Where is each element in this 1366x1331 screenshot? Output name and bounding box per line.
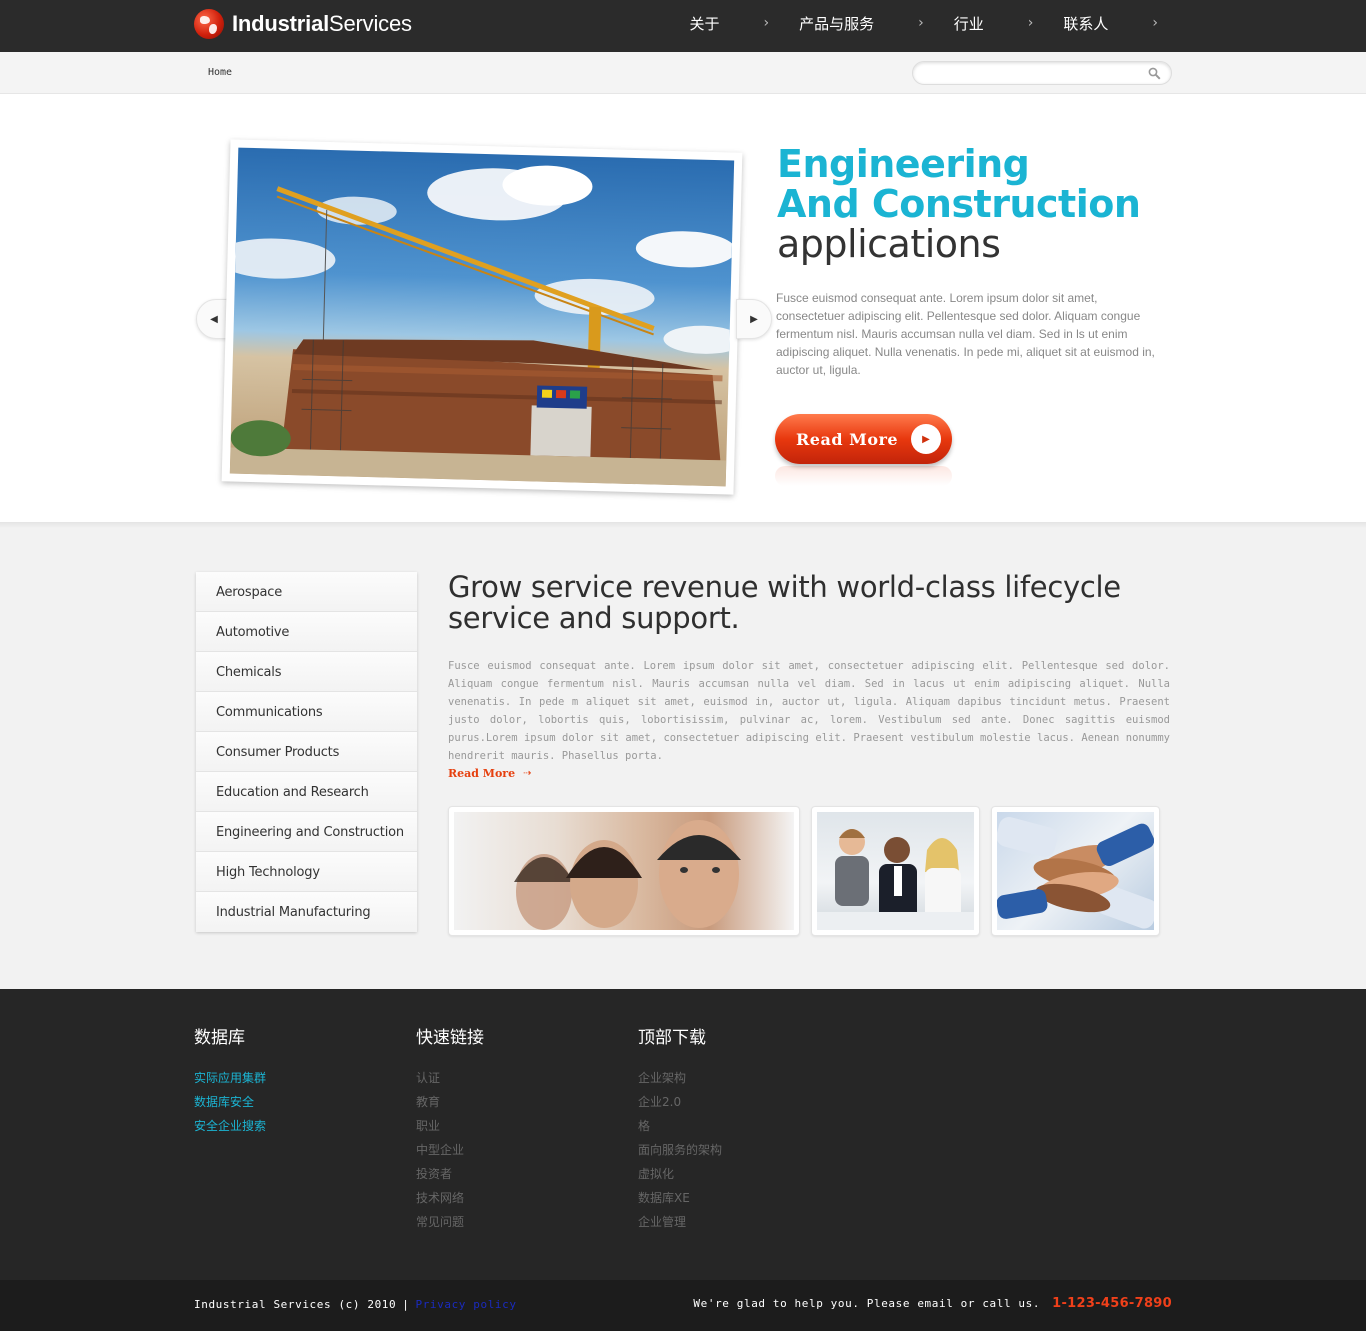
nav-item-label: 行业 xyxy=(953,14,984,33)
footer-link[interactable]: 投资者 xyxy=(416,1162,484,1186)
chevron-right-icon: › xyxy=(1152,15,1158,31)
breadcrumb-bar: Home xyxy=(0,52,1366,94)
construction-scene-illustration xyxy=(229,165,735,487)
footer-link[interactable]: 面向服务的架构 xyxy=(638,1138,722,1162)
privacy-policy-link[interactable]: Privacy policy xyxy=(415,1298,516,1311)
hero-read-more-button[interactable]: Read More ▶ xyxy=(775,414,952,464)
search-input[interactable] xyxy=(923,65,1143,81)
logo-text-bold: Industrial xyxy=(232,11,330,36)
footer-link[interactable]: 虚拟化 xyxy=(638,1162,722,1186)
nav-item-products-services[interactable]: 产品与服务 › xyxy=(799,13,924,34)
sidebar-item-industrial-manufacturing[interactable]: Industrial Manufacturing xyxy=(196,892,417,932)
thumbnail-team-faces[interactable] xyxy=(448,806,800,936)
footer-link[interactable]: 数据库XE xyxy=(638,1186,722,1210)
footer-link[interactable]: 实际应用集群 xyxy=(194,1066,266,1090)
faces-illustration xyxy=(514,820,741,930)
nav-item-label: 联系人 xyxy=(1063,14,1109,33)
section-title: Grow service revenue with world-class li… xyxy=(448,570,1121,635)
team-faces-image xyxy=(454,812,794,930)
thumbnail-business-meeting[interactable] xyxy=(811,806,980,936)
sidebar-item-communications[interactable]: Communications xyxy=(196,692,417,732)
meeting-illustration xyxy=(817,829,974,930)
footer-link[interactable]: 企业2.0 xyxy=(638,1090,722,1114)
sidebar-item-engineering-construction[interactable]: Engineering and Construction xyxy=(196,812,417,852)
hero-title-line2: And Construction xyxy=(777,182,1141,226)
sidebar-item-high-technology[interactable]: High Technology xyxy=(196,852,417,892)
logo-text-regular: Services xyxy=(329,11,412,36)
footer-link[interactable]: 技术网络 xyxy=(416,1186,484,1210)
search-icon[interactable] xyxy=(1148,67,1161,80)
footer-link[interactable]: 职业 xyxy=(416,1114,484,1138)
hero-title-line1: Engineering xyxy=(777,142,1030,186)
nav-item-about[interactable]: 关于 › xyxy=(690,13,770,34)
hero-slider: ◀ ▶ Engineering And Construction applica… xyxy=(0,94,1366,522)
footer-link[interactable]: 安全企业搜索 xyxy=(194,1114,266,1138)
chevron-right-icon: › xyxy=(918,15,924,31)
contact-info: We're glad to help you. Please email or … xyxy=(693,1296,1172,1311)
help-text: We're glad to help you. Please email or … xyxy=(693,1297,1041,1310)
sidebar-item-consumer-products[interactable]: Consumer Products xyxy=(196,732,417,772)
business-meeting-image xyxy=(817,812,974,930)
footer-column-quick-links: 快速链接 认证 教育 职业 中型企业 投资者 技术网络 常见问题 xyxy=(416,1023,484,1234)
chevron-right-icon: › xyxy=(763,15,770,31)
read-more-label: Read More xyxy=(796,429,899,449)
footer-column-title: 顶部下载 xyxy=(638,1028,706,1048)
breadcrumb-home-link[interactable]: Home xyxy=(208,67,232,78)
copyright: Industrial Services (c) 2010 | Privacy pol… xyxy=(194,1298,517,1311)
footer-column-top-downloads: 顶部下载 企业架构 企业2.0 格 面向服务的架构 虚拟化 数据库XE 企业管理 xyxy=(638,1023,722,1234)
site-footer: 数据库 实际应用集群 数据库安全 安全企业搜索 快速链接 认证 教育 职业 中型… xyxy=(0,989,1366,1280)
hero-description: Fusce euismod consequat ante. Lorem ipsu… xyxy=(776,291,1155,377)
separator: | xyxy=(402,1298,410,1311)
nav-item-contacts[interactable]: 联系人 › xyxy=(1063,13,1158,34)
top-navigation-bar: IndustrialServices 关于 › 产品与服务 › 行业 › 联系人… xyxy=(0,0,1366,52)
footer-link[interactable]: 数据库安全 xyxy=(194,1090,266,1114)
footer-link[interactable]: 格 xyxy=(638,1114,722,1138)
copyright-text: Industrial Services (c) 2010 xyxy=(194,1298,397,1311)
footer-column-title: 快速链接 xyxy=(416,1028,484,1048)
triangle-right-icon: ▶ xyxy=(750,313,758,325)
sidebar-item-chemicals[interactable]: Chemicals xyxy=(196,652,417,692)
nav-item-industries[interactable]: 行业 › xyxy=(954,13,1034,34)
search-box xyxy=(912,61,1172,85)
hero-image-frame xyxy=(221,139,743,495)
section-body-text: Fusce euismod consequat ante. Lorem ipsu… xyxy=(448,660,1170,762)
nav-item-label: 关于 xyxy=(689,14,720,33)
arrow-right-circle-icon: ▶ xyxy=(911,424,941,454)
footer-link[interactable]: 教育 xyxy=(416,1090,484,1114)
footer-link[interactable]: 企业管理 xyxy=(638,1210,722,1234)
sidebar-item-automotive[interactable]: Automotive xyxy=(196,612,417,652)
logo-text: IndustrialServices xyxy=(232,11,412,37)
hero-title-line3: applications xyxy=(777,222,1001,266)
hero-divider xyxy=(0,522,1366,528)
arrow-right-icon: ⇢ xyxy=(523,768,532,779)
footer-bottom-bar: Industrial Services (c) 2010 | Privacy pol… xyxy=(0,1280,1366,1331)
triangle-left-icon: ◀ xyxy=(210,313,218,325)
sidebar-item-aerospace[interactable]: Aerospace xyxy=(196,572,417,612)
hands-illustration xyxy=(997,816,1154,929)
button-reflection xyxy=(775,466,952,486)
chevron-right-icon: › xyxy=(1027,15,1034,31)
footer-link[interactable]: 中型企业 xyxy=(416,1138,484,1162)
site-logo[interactable]: IndustrialServices xyxy=(194,8,412,40)
footer-link[interactable]: 企业架构 xyxy=(638,1066,722,1090)
hero-image-construction-crane xyxy=(229,147,735,487)
globe-icon xyxy=(194,9,224,39)
section-read-more-link[interactable]: Read More ⇢ xyxy=(448,767,532,780)
footer-link[interactable]: 认证 xyxy=(416,1066,484,1090)
hands-together-image xyxy=(997,812,1154,930)
nav-item-label: 产品与服务 xyxy=(799,14,875,33)
sidebar-item-education-research[interactable]: Education and Research xyxy=(196,772,417,812)
footer-link[interactable]: 常见问题 xyxy=(416,1210,484,1234)
footer-column-database: 数据库 实际应用集群 数据库安全 安全企业搜索 xyxy=(194,1023,266,1138)
slider-next-button[interactable]: ▶ xyxy=(736,299,772,339)
thumbnail-hands-together[interactable] xyxy=(991,806,1160,936)
footer-column-title: 数据库 xyxy=(194,1028,245,1048)
phone-number[interactable]: 1-123-456-7890 xyxy=(1052,1296,1172,1311)
industries-sidebar: Aerospace Automotive Chemicals Communica… xyxy=(196,572,417,932)
read-more-label: Read More xyxy=(448,767,516,780)
main-menu: 关于 › 产品与服务 › 行业 › 联系人 › xyxy=(690,0,1159,46)
